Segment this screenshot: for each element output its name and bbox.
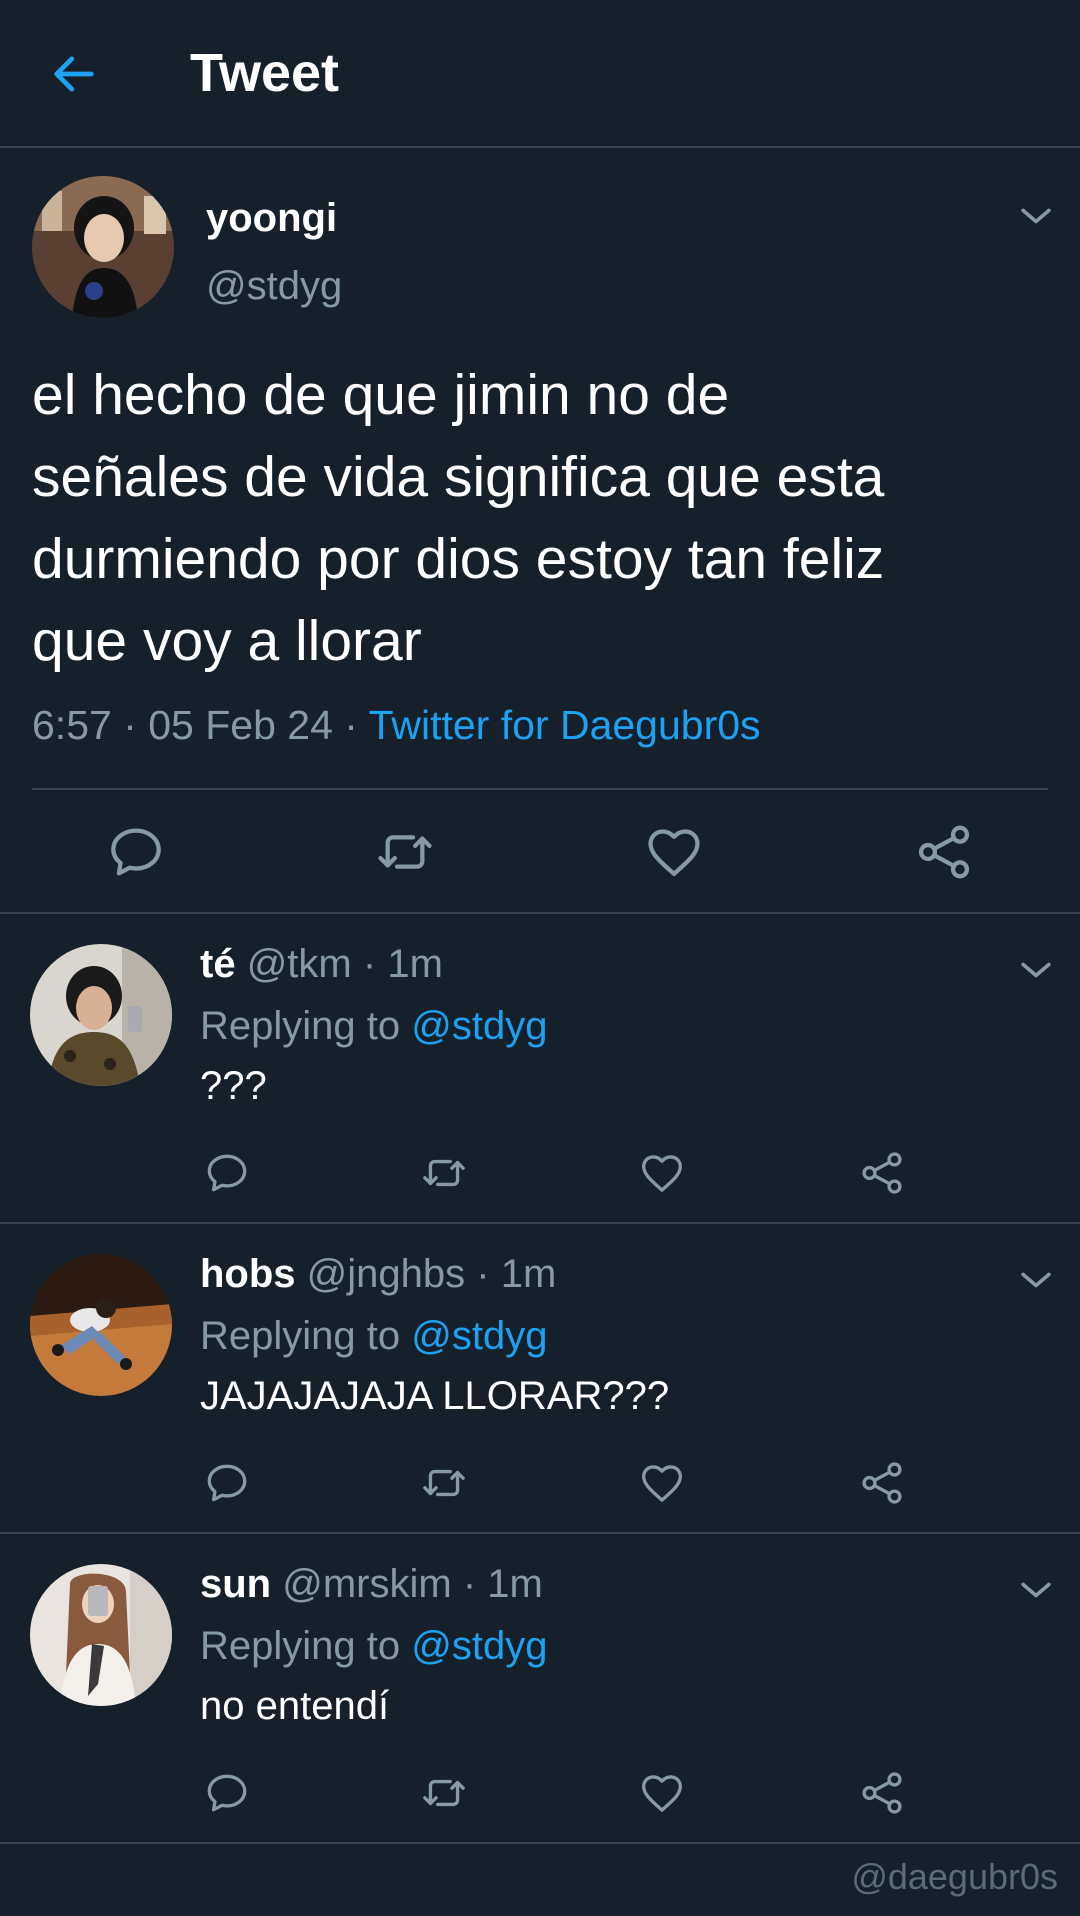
chevron-down-icon <box>1014 948 1058 992</box>
reply-author-handle[interactable]: @mrskim <box>282 1562 451 1606</box>
reply-options-button[interactable] <box>1014 1568 1058 1612</box>
reply-headline: sun @mrskim · 1m <box>200 1562 543 1607</box>
like-button[interactable] <box>637 1768 687 1818</box>
retweet-icon <box>419 1768 469 1818</box>
retweet-icon <box>419 1148 469 1198</box>
reply-author-handle[interactable]: @jnghbs <box>307 1252 465 1296</box>
share-icon <box>857 1148 907 1198</box>
avatar[interactable] <box>30 944 172 1086</box>
reply-tweet[interactable]: té @tkm · 1m Replying to @stdyg ??? <box>0 914 1080 1224</box>
retweet-button[interactable] <box>419 1148 469 1198</box>
meta-separator: · <box>332 702 369 748</box>
top-bar: Tweet <box>0 0 1080 148</box>
reply-icon <box>202 1458 252 1508</box>
share-icon <box>912 820 976 884</box>
main-tweet: yoongi @stdyg el hecho de que jimin no d… <box>0 148 1080 914</box>
reply-time: 1m <box>500 1252 557 1296</box>
tweet-time: 6:57 <box>32 702 112 748</box>
meta-separator: · <box>476 1252 490 1296</box>
replying-label: Replying to <box>200 1624 401 1668</box>
reply-tweet[interactable]: sun @mrskim · 1m Replying to @stdyg no e… <box>0 1534 1080 1844</box>
like-icon <box>637 1148 687 1198</box>
tweet-source-link[interactable]: Twitter for Daegubr0s <box>369 702 761 748</box>
share-button[interactable] <box>857 1148 907 1198</box>
like-icon <box>637 1768 687 1818</box>
meta-separator: · <box>462 1562 477 1606</box>
reply-icon <box>202 1148 252 1198</box>
reply-author-handle[interactable]: @tkm <box>247 942 352 986</box>
back-button[interactable] <box>48 48 100 100</box>
reply-headline: té @tkm · 1m <box>200 942 443 987</box>
reply-headline: hobs @jnghbs · 1m <box>200 1252 556 1297</box>
tweet-meta: 6:57 · 05 Feb 24 · Twitter for Daegubr0s <box>32 702 761 749</box>
replying-label: Replying to <box>200 1314 401 1358</box>
reply-author-name[interactable]: sun <box>200 1562 271 1606</box>
share-button[interactable] <box>857 1768 907 1818</box>
reply-options-button[interactable] <box>1014 1258 1058 1302</box>
reply-button[interactable] <box>202 1768 252 1818</box>
tweet-date: 05 Feb 24 <box>148 702 333 748</box>
retweet-button[interactable] <box>419 1768 469 1818</box>
reply-icon <box>202 1768 252 1818</box>
avatar[interactable] <box>32 176 174 318</box>
replying-to: Replying to @stdyg <box>200 1624 547 1669</box>
reply-author-name[interactable]: hobs <box>200 1252 296 1296</box>
chevron-down-icon <box>1014 1568 1058 1612</box>
back-arrow-icon <box>54 56 94 92</box>
replying-label: Replying to <box>200 1004 401 1048</box>
author-name[interactable]: yoongi <box>206 196 337 241</box>
reply-text: ??? <box>200 1064 267 1108</box>
share-icon <box>857 1768 907 1818</box>
retweet-button[interactable] <box>419 1458 469 1508</box>
retweet-button[interactable] <box>373 820 437 884</box>
share-button[interactable] <box>857 1458 907 1508</box>
retweet-icon <box>373 820 437 884</box>
chevron-down-icon <box>1014 1258 1058 1302</box>
share-button[interactable] <box>912 820 976 884</box>
tweet-options-button[interactable] <box>1014 194 1058 238</box>
reply-icon <box>104 820 168 884</box>
author-handle[interactable]: @stdyg <box>206 264 342 309</box>
like-icon <box>637 1458 687 1508</box>
reply-options-button[interactable] <box>1014 948 1058 992</box>
like-button[interactable] <box>637 1148 687 1198</box>
mention-link[interactable]: @stdyg <box>411 1624 547 1668</box>
reply-time: 1m <box>387 942 443 986</box>
avatar[interactable] <box>30 1254 172 1396</box>
reply-text: JAJAJAJAJA LLORAR??? <box>200 1374 670 1418</box>
chevron-down-icon <box>1014 194 1058 238</box>
mention-link[interactable]: @stdyg <box>411 1314 547 1358</box>
reply-text: no entendí <box>200 1684 390 1728</box>
watermark: @daegubr0s <box>851 1856 1058 1897</box>
like-button[interactable] <box>642 820 706 884</box>
meta-separator: · <box>111 702 149 748</box>
reply-author-name[interactable]: té <box>200 942 236 986</box>
reply-button[interactable] <box>202 1458 252 1508</box>
like-button[interactable] <box>637 1458 687 1508</box>
reply-button[interactable] <box>104 820 168 884</box>
reply-time: 1m <box>487 1562 543 1606</box>
meta-separator: · <box>362 942 377 986</box>
retweet-icon <box>419 1458 469 1508</box>
avatar[interactable] <box>30 1564 172 1706</box>
replying-to: Replying to @stdyg <box>200 1314 547 1359</box>
reply-tweet[interactable]: hobs @jnghbs · 1m Replying to @stdyg JAJ… <box>0 1224 1080 1534</box>
mention-link[interactable]: @stdyg <box>411 1004 547 1048</box>
reply-button[interactable] <box>202 1148 252 1198</box>
share-icon <box>857 1458 907 1508</box>
tweet-text: el hecho de que jimin no de señales de v… <box>32 363 885 673</box>
divider <box>32 788 1048 790</box>
like-icon <box>642 820 706 884</box>
page-title: Tweet <box>190 43 340 103</box>
replying-to: Replying to @stdyg <box>200 1004 547 1049</box>
